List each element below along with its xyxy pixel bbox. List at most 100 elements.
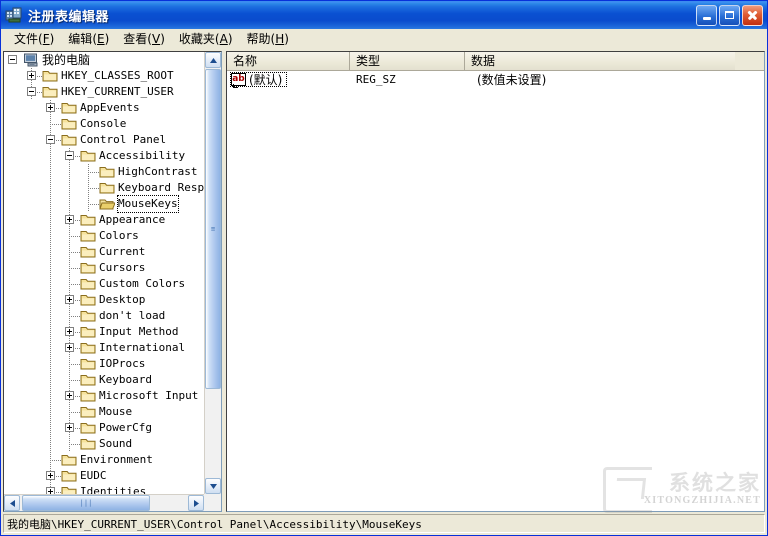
column-header-name[interactable]: 名称 [227,52,350,70]
minimize-button[interactable] [696,4,717,26]
registry-values-pane[interactable]: 名称 类型 数据 ab (默认) REG_SZ (数值未设置) [226,51,765,512]
menu-favorites[interactable]: 收藏夹(A) [172,31,240,49]
tree-vertical-scroll-thumb[interactable]: ≡ [205,69,221,389]
computer-icon [23,53,39,67]
column-header-data[interactable]: 数据 [465,52,735,70]
tree-guide-line [50,180,51,196]
tree-item-colors[interactable]: Colors [4,228,204,244]
tree-guide-line [50,388,51,404]
value-name-cell[interactable]: ab (默认) [230,72,288,88]
menu-view[interactable]: 查看(V) [116,31,172,49]
tree-item-control-panel[interactable]: Control Panel [4,132,204,148]
table-row[interactable]: ab (默认) REG_SZ (数值未设置) [227,71,764,88]
tree-guide-line [50,196,51,212]
close-button[interactable] [742,4,763,26]
menu-help[interactable]: 帮助(H) [240,31,296,49]
menu-favorites-label: 收藏夹 [178,31,215,46]
tree-item-custom-colors[interactable]: Custom Colors [4,276,204,292]
tree-collapse-icon[interactable] [27,87,36,96]
folder-icon [80,325,96,339]
tree-expand-icon[interactable] [46,471,55,480]
tree-item-label: Current [99,245,146,258]
tree-item-label: Appearance [99,213,166,226]
tree-item-[interactable]: 我的电脑 [4,52,204,68]
column-header-type[interactable]: 类型 [350,52,465,70]
value-data: (数值未设置) [477,73,547,87]
tree-guide-line [50,260,51,276]
tree-expand-icon[interactable] [65,215,74,224]
maximize-button[interactable] [719,4,740,26]
tree-collapse-icon[interactable] [65,151,74,160]
tree-item-label: Accessibility [99,149,186,162]
menu-edit[interactable]: 编辑(E) [61,31,116,49]
tree-scroll-down-button[interactable] [205,478,221,494]
tree-item-hkey-classes-root[interactable]: HKEY_CLASSES_ROOT [4,68,204,84]
tree-item-accessibility[interactable]: Accessibility [4,148,204,164]
tree-item-mouse[interactable]: Mouse [4,404,204,420]
tree-item-ioprocs[interactable]: IOProcs [4,356,204,372]
menu-view-label: 查看 [123,31,148,46]
tree-guide-line [50,436,51,452]
folder-icon [42,69,58,83]
tree-collapse-icon[interactable] [46,135,55,144]
tree-item-input-method[interactable]: Input Method [4,324,204,340]
tree-item-keyboard[interactable]: Keyboard [4,372,204,388]
folder-icon [80,229,96,243]
tree-expand-icon[interactable] [27,71,36,80]
tree-expand-icon[interactable] [46,103,55,112]
menu-file-accel: F [42,31,50,46]
tree-item-environment[interactable]: Environment [4,452,204,468]
tree-scroll-right-button[interactable] [188,495,204,511]
title-bar[interactable]: 注册表编辑器 [1,1,767,29]
folder-icon [80,261,96,275]
registry-tree-viewport: 我的电脑 HKEY_CLASSES_ROOT HKEY_CURRENT_USER Ap… [4,52,204,494]
tree-expand-icon[interactable] [46,487,55,494]
tree-expand-icon[interactable] [65,295,74,304]
tree-expand-icon[interactable] [65,423,74,432]
folder-icon [80,357,96,371]
tree-item-sound[interactable]: Sound [4,436,204,452]
registry-tree-pane[interactable]: 我的电脑 HKEY_CLASSES_ROOT HKEY_CURRENT_USER Ap… [3,51,222,512]
tree-collapse-icon[interactable] [8,55,17,64]
tree-item-mousekeys[interactable]: MouseKeys [4,195,204,213]
tree-item-console[interactable]: Console [4,116,204,132]
tree-item-cursors[interactable]: Cursors [4,260,204,276]
tree-scroll-left-button[interactable] [4,495,20,511]
folder-icon [80,389,96,403]
tree-horizontal-scrollbar[interactable]: ||| [4,494,204,511]
tree-item-microsoft-input-d[interactable]: Microsoft Input D [4,388,204,404]
tree-item-current[interactable]: Current [4,244,204,260]
folder-icon [61,133,77,147]
tree-horizontal-scroll-thumb[interactable]: ||| [22,495,150,511]
tree-guide-line [50,340,51,356]
tree-item-desktop[interactable]: Desktop [4,292,204,308]
tree-item-identities[interactable]: Identities [4,484,204,494]
menu-help-label: 帮助 [246,31,271,46]
tree-item-don-t-load[interactable]: don't load [4,308,204,324]
folder-icon [80,245,96,259]
tree-vertical-scrollbar[interactable]: ≡ [204,52,221,494]
tree-item-label: Input Method [99,325,179,338]
values-list[interactable]: ab (默认) REG_SZ (数值未设置) [227,71,764,511]
menu-file[interactable]: 文件(F) [7,31,61,49]
tree-item-label: Custom Colors [99,277,186,290]
tree-guide-line [69,180,70,196]
tree-item-hkey-current-user[interactable]: HKEY_CURRENT_USER [4,84,204,100]
tree-item-international[interactable]: International [4,340,204,356]
tree-expand-icon[interactable] [65,327,74,336]
tree-item-highcontrast[interactable]: HighContrast [4,164,204,180]
status-bar: 我的电脑\HKEY_CURRENT_USER\Control Panel\Acc… [1,512,767,535]
tree-item-powercfg[interactable]: PowerCfg [4,420,204,436]
tree-expand-icon[interactable] [65,391,74,400]
tree-item-appevents[interactable]: AppEvents [4,100,204,116]
tree-expand-icon[interactable] [65,343,74,352]
tree-scroll-up-button[interactable] [205,52,221,68]
tree-item-eudc[interactable]: EUDC [4,468,204,484]
folder-icon [61,485,77,494]
tree-item-appearance[interactable]: Appearance [4,212,204,228]
value-type: REG_SZ [356,73,396,86]
tree-item-keyboard-respo[interactable]: Keyboard Respo [4,180,204,196]
value-name: (默认) [249,73,283,87]
folder-icon [80,421,96,435]
tree-item-label: MouseKeys [117,195,179,213]
